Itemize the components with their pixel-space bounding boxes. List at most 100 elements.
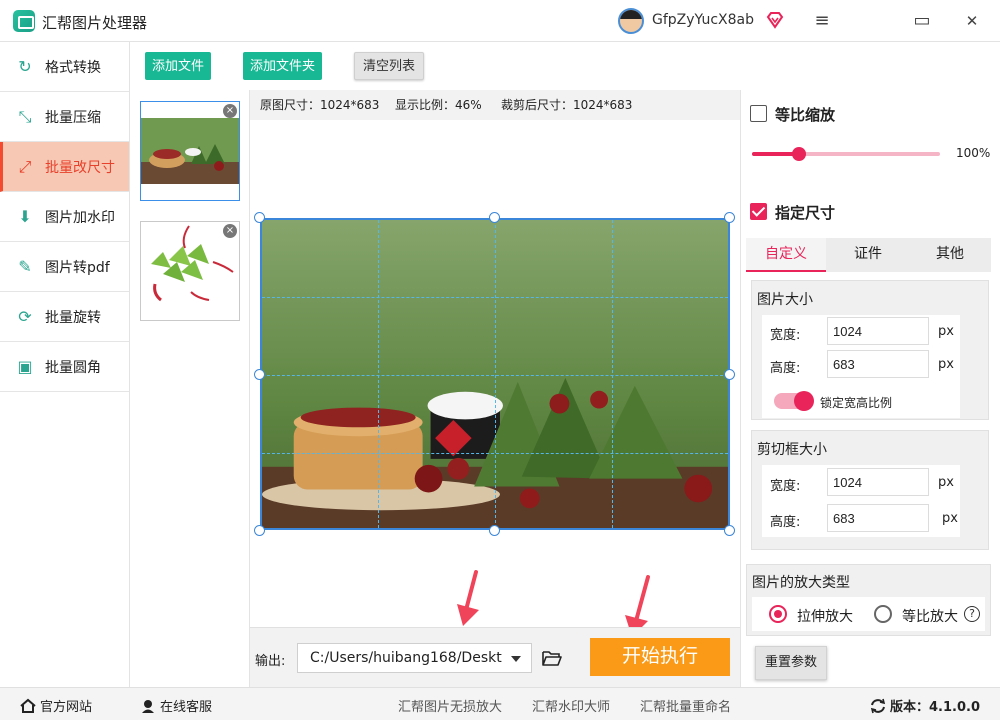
proportional-radio[interactable] bbox=[874, 605, 892, 623]
sidebar-item-batch-rotate[interactable]: ⟳ 批量旋转 bbox=[0, 292, 129, 342]
thumbnail-list: × × bbox=[130, 90, 250, 687]
footer: 官方网站 在线客服 汇帮图片无损放大 汇帮水印大师 汇帮批量重命名 版本：4.1… bbox=[0, 687, 1000, 720]
image-size-title: 图片大小 bbox=[757, 292, 813, 308]
lock-ratio-toggle[interactable] bbox=[774, 391, 814, 411]
crop-handle-top-right[interactable] bbox=[724, 212, 735, 223]
customer-service-icon bbox=[142, 699, 154, 713]
cropped-size-text: 裁剪后尺寸：1024*683 bbox=[501, 98, 633, 112]
crop-handle-top[interactable] bbox=[489, 212, 500, 223]
refresh-icon bbox=[870, 698, 886, 713]
crop-width-input[interactable] bbox=[827, 468, 929, 496]
original-size-text: 原图尺寸：1024*683 bbox=[260, 98, 380, 112]
thumbnail-image bbox=[141, 118, 239, 184]
clear-list-button[interactable]: 清空列表 bbox=[354, 52, 425, 80]
sidebar-item-label: 批量压缩 bbox=[45, 109, 101, 126]
image-width-input[interactable] bbox=[827, 317, 929, 345]
guide-arrow-icon bbox=[457, 570, 479, 626]
sidebar-item-batch-compress[interactable]: ⤡ 批量压缩 bbox=[0, 92, 129, 142]
sidebar-item-to-pdf[interactable]: ✎ 图片转pdf bbox=[0, 242, 129, 292]
scale-slider[interactable] bbox=[752, 147, 940, 161]
footer-link-lossless-enlarge[interactable]: 汇帮图片无损放大 bbox=[398, 696, 502, 715]
width-unit: px bbox=[938, 475, 954, 490]
output-path-select[interactable]: C:/Users/huibang168/Deskt bbox=[297, 643, 532, 673]
sidebar-item-label: 批量旋转 bbox=[45, 309, 101, 326]
crop-height-input[interactable] bbox=[827, 504, 929, 532]
close-icon[interactable]: ✕ bbox=[957, 8, 987, 34]
crop-handle-right[interactable] bbox=[724, 369, 735, 380]
crop-grid-line bbox=[262, 375, 728, 376]
enlarge-type-title: 图片的放大类型 bbox=[752, 575, 850, 591]
window-maximize-icon[interactable]: ▭ bbox=[907, 8, 937, 34]
sidebar-item-batch-resize[interactable]: ⤢ 批量改尺寸 bbox=[0, 142, 129, 192]
sidebar-item-format-convert[interactable]: ↻ 格式转换 bbox=[0, 42, 129, 92]
output-bar: 输出: C:/Users/huibang168/Deskt 开始执行 bbox=[250, 627, 740, 687]
toolbar: 添加文件 添加文件夹 清空列表 bbox=[130, 42, 740, 90]
crop-handle-bottom[interactable] bbox=[489, 525, 500, 536]
add-file-button[interactable]: 添加文件 bbox=[145, 52, 212, 80]
round-corner-icon: ▣ bbox=[17, 357, 33, 376]
online-service-label: 在线客服 bbox=[160, 700, 213, 715]
sidebar-item-label: 图片转pdf bbox=[45, 259, 110, 276]
width-label: 宽度: bbox=[770, 479, 801, 494]
crop-handle-bottom-left[interactable] bbox=[254, 525, 265, 536]
footer-link-batch-rename[interactable]: 汇帮批量重命名 bbox=[640, 696, 731, 715]
help-icon[interactable]: ? bbox=[964, 606, 980, 622]
username[interactable]: GfpZyYucX8ab bbox=[652, 12, 754, 28]
height-unit: px bbox=[942, 511, 958, 526]
tab-id-photo[interactable]: 证件 bbox=[828, 238, 908, 272]
online-service-link[interactable]: 在线客服 bbox=[140, 696, 212, 715]
enlarge-type-group: 图片的放大类型 拉伸放大 等比放大 ? bbox=[746, 564, 991, 636]
app-title: 汇帮图片处理器 bbox=[42, 14, 148, 32]
height-label: 高度: bbox=[770, 515, 801, 530]
diamond-icon[interactable] bbox=[765, 10, 785, 30]
proportional-scale-label: 等比缩放 bbox=[775, 106, 836, 124]
tab-custom[interactable]: 自定义 bbox=[746, 238, 826, 272]
crop-canvas[interactable] bbox=[260, 218, 730, 530]
crop-grid-line bbox=[262, 453, 728, 454]
lock-ratio-label: 锁定宽高比例 bbox=[820, 396, 893, 410]
image-app-icon bbox=[13, 10, 35, 32]
remove-thumbnail-icon[interactable]: × bbox=[223, 104, 237, 118]
crop-handle-left[interactable] bbox=[254, 369, 265, 380]
resize-icon: ⤢ bbox=[18, 156, 32, 176]
footer-link-watermark-master[interactable]: 汇帮水印大师 bbox=[532, 696, 610, 715]
specify-size-checkbox[interactable] bbox=[750, 203, 767, 220]
thumbnail-item[interactable]: × bbox=[140, 101, 240, 201]
proportional-label: 等比放大 bbox=[902, 609, 958, 625]
height-label: 高度: bbox=[770, 361, 801, 376]
hamburger-icon[interactable]: ≡ bbox=[807, 8, 837, 34]
crop-handle-bottom-right[interactable] bbox=[724, 525, 735, 536]
rotate-icon: ⟳ bbox=[18, 307, 32, 326]
sidebar-item-round-corner[interactable]: ▣ 批量圆角 bbox=[0, 342, 129, 392]
width-unit: px bbox=[938, 324, 954, 339]
folder-open-icon[interactable] bbox=[542, 649, 562, 667]
sidebar-item-watermark[interactable]: ⬇ 图片加水印 bbox=[0, 192, 129, 242]
crop-size-group: 剪切框大小 宽度: px 高度: px bbox=[751, 430, 989, 550]
add-folder-button[interactable]: 添加文件夹 bbox=[243, 52, 323, 80]
tab-other[interactable]: 其他 bbox=[910, 238, 990, 272]
chevron-down-icon bbox=[511, 656, 521, 662]
specify-size-label: 指定尺寸 bbox=[775, 204, 836, 222]
version-label: 版本：4.1.0.0 bbox=[890, 700, 980, 715]
stretch-radio[interactable] bbox=[769, 605, 787, 623]
scale-value: 100% bbox=[956, 146, 991, 160]
thumbnail-item[interactable]: × bbox=[140, 221, 240, 321]
crop-grid-line bbox=[612, 220, 613, 528]
home-icon bbox=[20, 698, 36, 713]
height-unit: px bbox=[938, 357, 954, 372]
image-height-input[interactable] bbox=[827, 350, 929, 378]
remove-thumbnail-icon[interactable]: × bbox=[223, 224, 237, 238]
reset-params-button[interactable]: 重置参数 bbox=[755, 646, 827, 680]
user-avatar[interactable] bbox=[618, 8, 644, 34]
proportional-scale-checkbox[interactable] bbox=[750, 105, 767, 122]
settings-panel: 等比缩放 100% 指定尺寸 自定义 证件 其他 图片大小 宽度: px 高度:… bbox=[740, 90, 1000, 687]
scale-slider-handle[interactable] bbox=[792, 147, 806, 161]
display-ratio-text: 显示比例：46% bbox=[395, 98, 482, 112]
image-info-bar: 原图尺寸：1024*683 显示比例：46% 裁剪后尺寸：1024*683 bbox=[250, 90, 740, 120]
official-site-link[interactable]: 官方网站 bbox=[20, 696, 92, 715]
start-button[interactable]: 开始执行 bbox=[590, 638, 730, 676]
width-label: 宽度: bbox=[770, 328, 801, 343]
crop-handle-top-left[interactable] bbox=[254, 212, 265, 223]
version-info[interactable]: 版本：4.1.0.0 bbox=[870, 696, 980, 715]
crop-grid-line bbox=[378, 220, 379, 528]
